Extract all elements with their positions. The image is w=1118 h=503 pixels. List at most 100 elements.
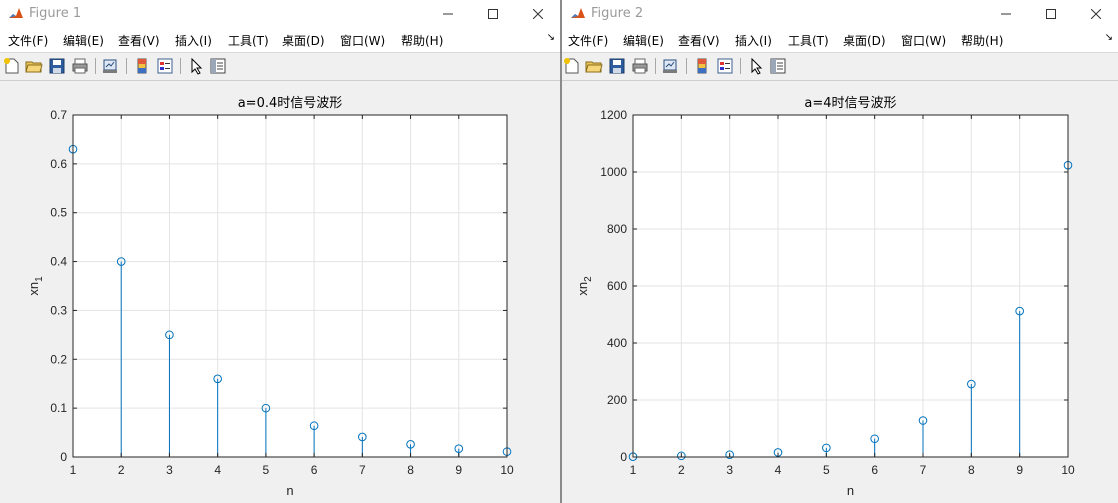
- figure-window-1: Figure 1 文件(F) 编辑(E) 查看(V) 插入(I) 工具(T) 桌…: [0, 0, 560, 503]
- minimize-button[interactable]: [425, 0, 470, 28]
- x-tick-label: 8: [968, 463, 975, 477]
- insert-colorbar-icon[interactable]: [133, 57, 151, 75]
- figure-toolbar: [562, 53, 1118, 81]
- close-button[interactable]: [1073, 0, 1118, 28]
- stem-plot-figure-2[interactable]: 1 2 3 4 5 6 7 8 9 10 0 200 400 600 800 1000 1200 a=4时信号波形…: [562, 81, 1118, 503]
- y-tick-label: 0.4: [50, 255, 67, 269]
- y-axis-label: xn1: [26, 276, 45, 296]
- menu-desktop[interactable]: 桌面(D): [843, 32, 886, 49]
- chart-title: a=0.4时信号波形: [238, 96, 343, 111]
- toolbar-separator: [95, 58, 96, 74]
- y-tick-label: 0.1: [50, 401, 67, 415]
- matlab-app-icon: [570, 6, 586, 22]
- y-axis-label-main: xn: [26, 282, 41, 296]
- x-tick-label: 1: [630, 463, 637, 477]
- figure-toolbar: [0, 53, 560, 81]
- menu-insert[interactable]: 插入(I): [735, 32, 772, 49]
- menu-edit[interactable]: 编辑(E): [623, 32, 664, 49]
- x-tick-label: 10: [500, 463, 514, 477]
- y-axis-label-subscript: 1: [34, 276, 45, 282]
- insert-legend-icon[interactable]: [716, 57, 734, 75]
- toolbar-dock-arrow-icon[interactable]: ↘: [1105, 32, 1113, 43]
- menu-window[interactable]: 窗口(W): [340, 32, 385, 49]
- x-tick-label: 2: [678, 463, 685, 477]
- menu-bar: 文件(F) 编辑(E) 查看(V) 插入(I) 工具(T) 桌面(D) 窗口(W…: [562, 28, 1118, 53]
- menu-desktop[interactable]: 桌面(D): [282, 32, 325, 49]
- open-file-icon[interactable]: [585, 57, 603, 75]
- y-axis-label-main: xn: [575, 282, 590, 296]
- new-figure-icon[interactable]: [563, 57, 581, 75]
- menu-tools[interactable]: 工具(T): [228, 32, 269, 49]
- link-plot-icon[interactable]: [101, 57, 119, 75]
- x-tick-label: 4: [214, 463, 221, 477]
- link-plot-icon[interactable]: [661, 57, 679, 75]
- menu-help[interactable]: 帮助(H): [961, 32, 1003, 49]
- y-tick-label: 0.7: [50, 108, 67, 122]
- menu-bar: 文件(F) 编辑(E) 查看(V) 插入(I) 工具(T) 桌面(D) 窗口(W…: [0, 28, 560, 53]
- y-tick-label: 0.6: [50, 157, 67, 171]
- print-icon[interactable]: [71, 57, 89, 75]
- x-tick-label: 3: [726, 463, 733, 477]
- x-tick-label: 8: [407, 463, 414, 477]
- x-tick-label: 10: [1061, 463, 1075, 477]
- edit-plot-arrow-icon[interactable]: [187, 57, 205, 75]
- maximize-icon: [1045, 9, 1056, 19]
- toolbar-separator: [126, 58, 127, 74]
- x-axis-label: n: [847, 483, 854, 498]
- x-tick-label: 1: [70, 463, 77, 477]
- x-axis-label: n: [286, 483, 293, 498]
- print-icon[interactable]: [631, 57, 649, 75]
- new-figure-icon[interactable]: [3, 57, 21, 75]
- menu-file[interactable]: 文件(F): [568, 32, 608, 49]
- toolbar-separator: [655, 58, 656, 74]
- y-tick-label: 0.5: [50, 206, 67, 220]
- x-tick-label: 2: [118, 463, 125, 477]
- title-bar: Figure 1: [0, 0, 560, 28]
- property-inspector-icon[interactable]: [209, 57, 227, 75]
- menu-view[interactable]: 查看(V): [678, 32, 720, 49]
- save-icon[interactable]: [608, 57, 626, 75]
- menu-edit[interactable]: 编辑(E): [63, 32, 104, 49]
- x-tick-label: 7: [359, 463, 366, 477]
- y-tick-label: 0.2: [50, 352, 67, 366]
- x-tick-label: 6: [311, 463, 318, 477]
- menu-window[interactable]: 窗口(W): [901, 32, 946, 49]
- close-icon: [1090, 9, 1101, 19]
- close-button[interactable]: [515, 0, 560, 28]
- menu-insert[interactable]: 插入(I): [175, 32, 212, 49]
- insert-legend-icon[interactable]: [156, 57, 174, 75]
- minimize-button[interactable]: [983, 0, 1028, 28]
- x-tick-label: 5: [263, 463, 270, 477]
- toolbar-separator: [686, 58, 687, 74]
- edit-plot-arrow-icon[interactable]: [747, 57, 765, 75]
- maximize-icon: [487, 9, 498, 19]
- x-tick-label: 4: [775, 463, 782, 477]
- window-title: Figure 2: [591, 6, 644, 21]
- open-file-icon[interactable]: [25, 57, 43, 75]
- insert-colorbar-icon[interactable]: [693, 57, 711, 75]
- minimize-icon: [1000, 13, 1011, 15]
- figure-window-2: Figure 2 文件(F) 编辑(E) 查看(V) 插入(I) 工具(T) 桌…: [562, 0, 1118, 503]
- x-tick-label: 6: [871, 463, 878, 477]
- title-bar: Figure 2: [562, 0, 1118, 28]
- menu-file[interactable]: 文件(F): [8, 32, 48, 49]
- stem-plot-figure-1[interactable]: 1 2 3 4 5 6 7 8 9 10 0 0.1 0.2 0.3 0.4 0.5 0.6 0.7 a=0.4时信…: [0, 81, 560, 503]
- menu-view[interactable]: 查看(V): [118, 32, 160, 49]
- minimize-icon: [442, 13, 453, 15]
- menu-help[interactable]: 帮助(H): [401, 32, 443, 49]
- menu-tools[interactable]: 工具(T): [788, 32, 829, 49]
- maximize-button[interactable]: [1028, 0, 1073, 28]
- y-axis-label: xn2: [575, 276, 594, 296]
- maximize-button[interactable]: [470, 0, 515, 28]
- y-axis-label-subscript: 2: [583, 276, 594, 282]
- save-icon[interactable]: [48, 57, 66, 75]
- toolbar-dock-arrow-icon[interactable]: ↘: [547, 32, 555, 43]
- x-tick-label: 5: [823, 463, 830, 477]
- property-inspector-icon[interactable]: [769, 57, 787, 75]
- y-tick-label: 0: [620, 450, 627, 464]
- y-tick-label: 1200: [600, 108, 627, 122]
- close-icon: [532, 9, 543, 19]
- y-tick-label: 0.3: [50, 303, 67, 317]
- window-title: Figure 1: [29, 6, 82, 21]
- plot-area: [73, 115, 507, 457]
